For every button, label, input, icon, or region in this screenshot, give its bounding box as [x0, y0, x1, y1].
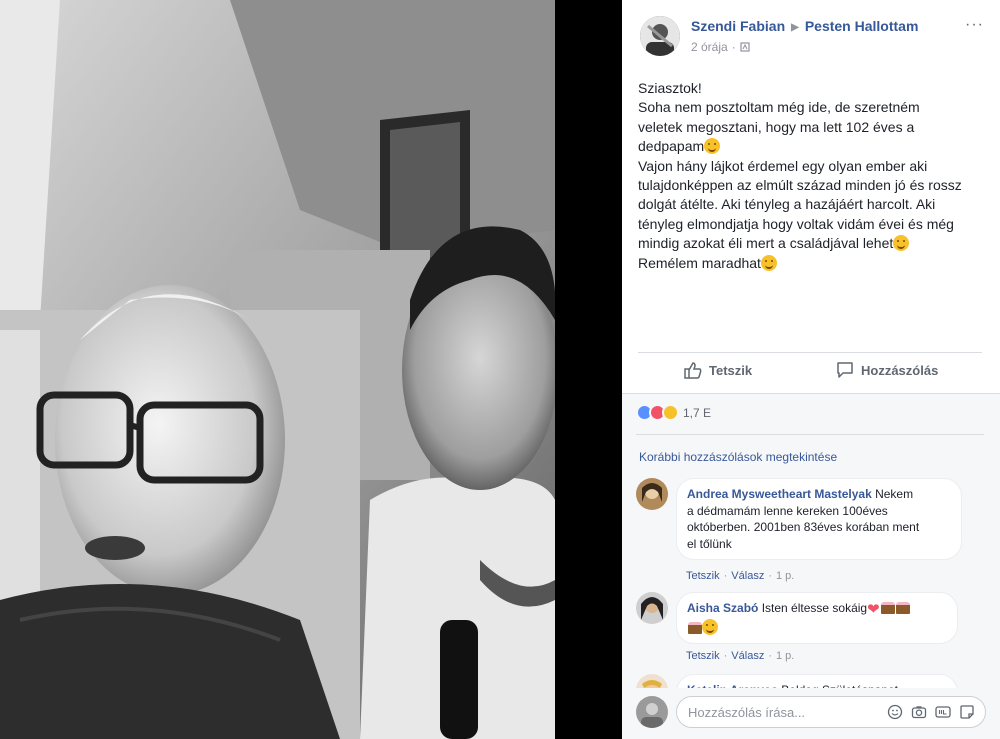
more-options-icon[interactable]: ···: [965, 16, 984, 34]
reactions-summary[interactable]: 1,7 E: [636, 404, 711, 421]
comment-bubble: Andrea Mysweetheart Mastelyak Nekem a dé…: [676, 478, 962, 560]
photo-margin: [555, 0, 622, 739]
smile-emoji-icon: [760, 254, 777, 271]
comment-actions: Tetszik · Válasz · 1 p.: [686, 570, 794, 582]
comment-icon: [837, 362, 853, 378]
separator: ·: [768, 650, 772, 662]
post-line: Sziasztok!: [638, 80, 702, 96]
caret-right-icon: ▶: [791, 22, 799, 33]
comment-like-link[interactable]: Tetszik: [686, 570, 720, 582]
my-avatar: [636, 696, 668, 728]
comment-text: októberben. 2001ben 83éves korában ment: [687, 520, 920, 534]
grin-emoji-icon: [702, 618, 718, 635]
author-avatar[interactable]: [640, 16, 680, 56]
group-name[interactable]: Pesten Hallottam: [805, 18, 919, 34]
post-line: tényleg elmondjatja hogy voltak vidám év…: [638, 215, 954, 232]
sticker-icon[interactable]: [959, 704, 975, 720]
separator: ·: [723, 650, 728, 662]
comment-reply-link[interactable]: Válasz: [731, 650, 764, 662]
post-meta: 2 órája ·: [691, 40, 750, 54]
comment-input-placeholder: Hozzászólás írása...: [688, 705, 806, 720]
post-photo[interactable]: [0, 0, 555, 739]
comment-bubble: Aisha Szabó Isten éltesse sokáig❤: [676, 592, 958, 644]
post-line: Soha nem posztoltam még ide, de szeretné…: [638, 99, 920, 116]
author-name[interactable]: Szendi Fabian: [691, 18, 785, 34]
cake-emoji-icon: [688, 621, 702, 634]
separator: ·: [768, 570, 772, 582]
photo-viewer: Szendi Fabian ▶ Pesten Hallottam 2 órája · …: [0, 0, 1000, 739]
comment-composer: Hozzászólás írása...: [622, 688, 1000, 739]
comment-text: Isten éltesse sokáig: [761, 601, 868, 615]
commenter-avatar[interactable]: [636, 478, 668, 510]
comment-time[interactable]: 1 p.: [776, 650, 794, 662]
post-line: mindig azokat éli mert a családjával leh…: [638, 234, 982, 253]
like-label: Tetszik: [709, 362, 753, 378]
cake-emoji-icon: [895, 602, 910, 614]
like-button[interactable]: Tetszik: [684, 361, 752, 379]
post-line-text: mindig azokat éli mert a családjával leh…: [638, 235, 894, 252]
post-time[interactable]: 2 órája: [691, 40, 728, 54]
post-line: Vajon hány lájkot érdemel egy olyan embe…: [638, 157, 928, 174]
post-header: Szendi Fabian ▶ Pesten Hallottam 2 órája · …: [622, 0, 1000, 64]
comment-input[interactable]: Hozzászólás írása...: [676, 696, 986, 728]
comment-button[interactable]: Hozzászólás: [836, 361, 938, 379]
comment-author[interactable]: Aisha Szabó: [687, 601, 758, 615]
view-previous-comments-link[interactable]: Korábbi hozzászólások megtekintése: [639, 450, 837, 464]
photo-image: [0, 0, 555, 739]
comment-time[interactable]: 1 p.: [776, 570, 794, 582]
post-line: Remélem maradhat: [638, 254, 982, 273]
commenter-avatar[interactable]: [636, 592, 668, 624]
separator: ·: [723, 570, 728, 582]
post-line: tulajdonképpen az elmúlt század minden j…: [638, 177, 962, 194]
divider: [636, 434, 984, 435]
meta-separator: ·: [731, 40, 736, 54]
comment-text: el tőlünk: [687, 536, 732, 551]
comment-author[interactable]: Andrea Mysweetheart Mastelyak: [687, 487, 872, 501]
post-line-text: Remélem maradhat: [638, 254, 761, 271]
comment-label: Hozzászólás: [861, 362, 939, 378]
comment-text: a dédmamám lenne kereken 100éves: [687, 503, 888, 518]
smile-emoji-icon: [893, 235, 910, 252]
comment-like-link[interactable]: Tetszik: [686, 650, 720, 662]
cake-emoji-icon: [880, 602, 895, 614]
heart-emoji-icon: ❤: [867, 601, 880, 618]
post-line: veletek megosztani, hogy ma lett 102 éve…: [638, 118, 915, 135]
thumbs-up-icon: [684, 362, 702, 379]
smile-emoji-icon: [704, 138, 721, 155]
comment-actions: Tetszik · Válasz · 1 p.: [686, 650, 794, 662]
post-line: dolgát átélte. Aki tényleg a hazájáért h…: [638, 196, 936, 213]
post-line-text: dedpapam: [638, 138, 705, 155]
post-actions: Tetszik Hozzászólás: [638, 352, 982, 392]
camera-icon[interactable]: [911, 704, 927, 720]
post-text: Sziasztok! Soha nem posztoltam még ide, …: [638, 79, 982, 273]
post-line: dedpapam: [638, 137, 982, 156]
audience-icon[interactable]: [740, 42, 750, 52]
comment-reply-link[interactable]: Válasz: [731, 570, 764, 582]
post-panel: Szendi Fabian ▶ Pesten Hallottam 2 órája · …: [622, 0, 1000, 739]
comment-text: Nekem: [875, 487, 914, 501]
post-title: Szendi Fabian ▶ Pesten Hallottam: [691, 18, 918, 34]
emoji-picker-icon[interactable]: [887, 704, 903, 720]
wow-reaction-icon: [662, 404, 679, 421]
reactions-count: 1,7 E: [683, 405, 712, 420]
gif-icon[interactable]: [935, 704, 951, 720]
composer-icons: [887, 704, 975, 720]
